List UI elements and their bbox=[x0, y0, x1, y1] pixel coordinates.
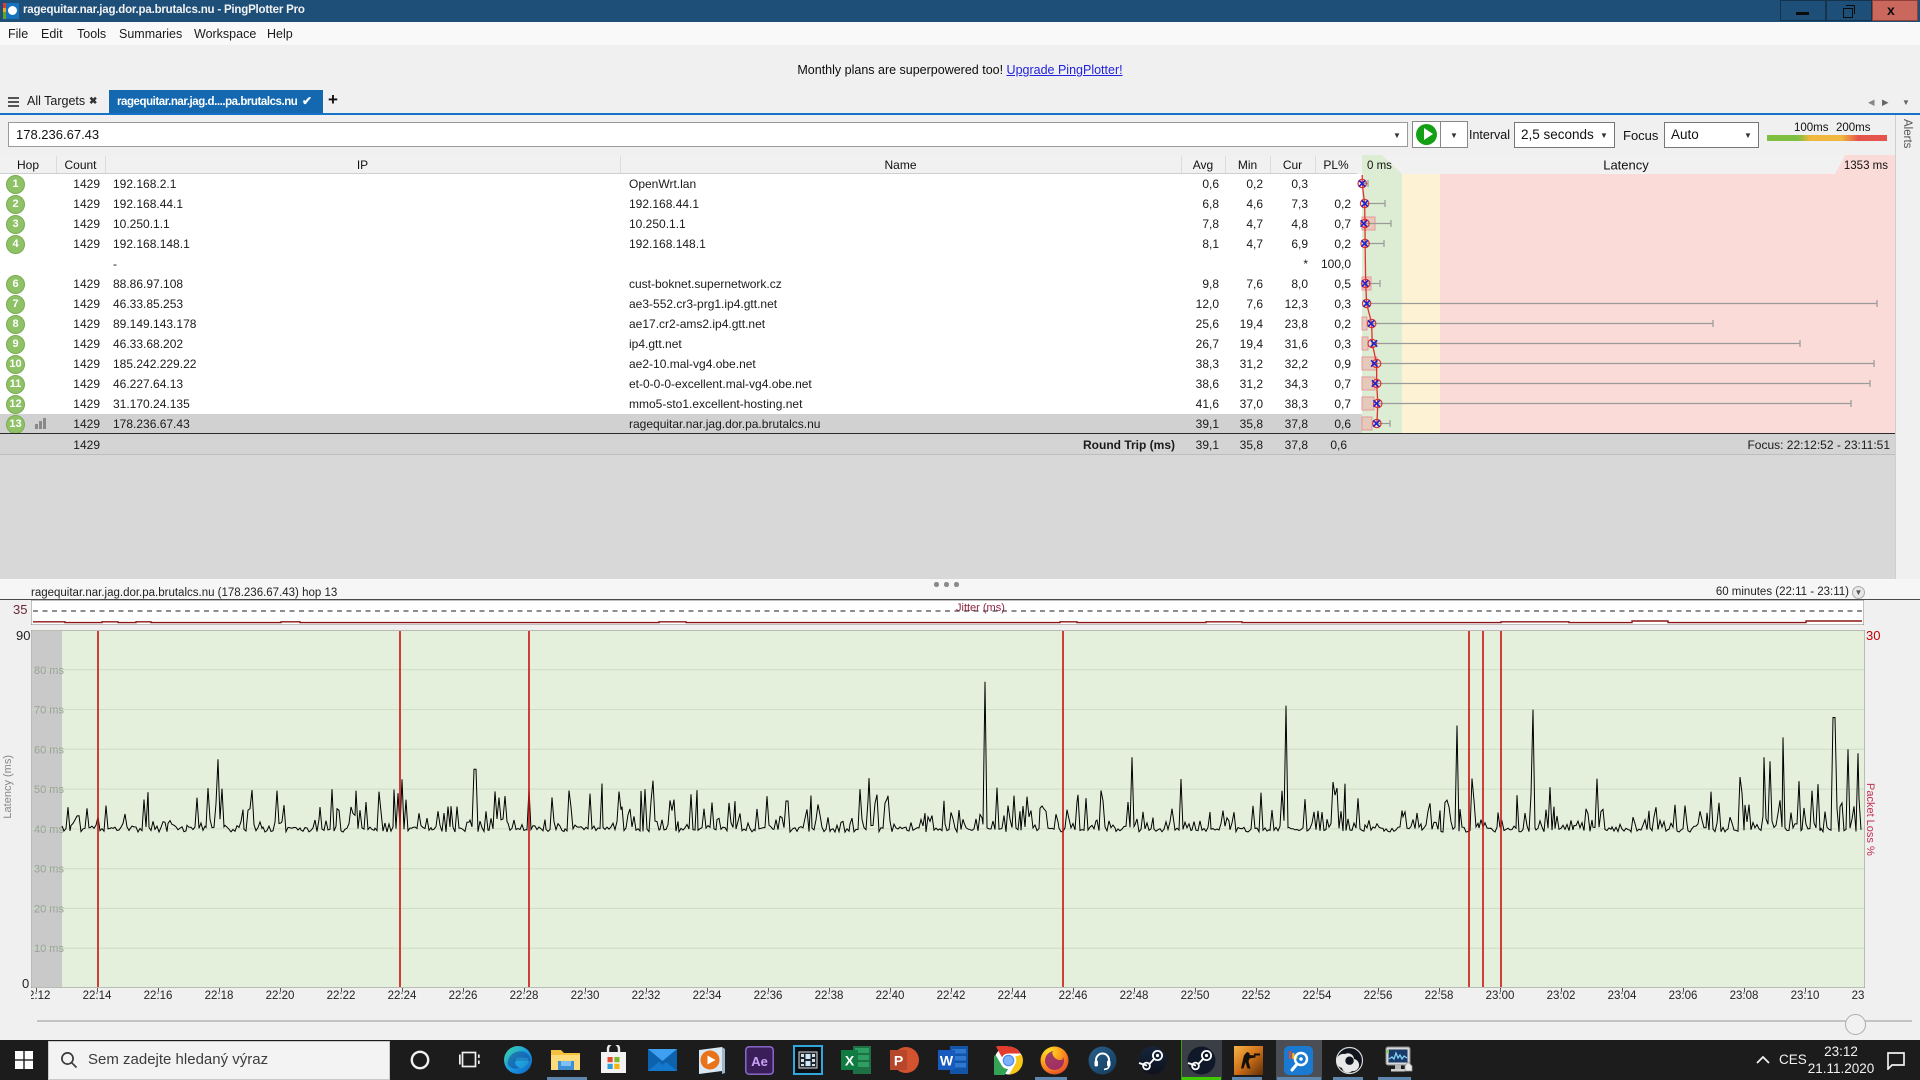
svg-text:Jitter (ms): Jitter (ms) bbox=[956, 602, 1005, 614]
svg-text:70 ms: 70 ms bbox=[34, 705, 64, 717]
svg-text:80 ms: 80 ms bbox=[34, 665, 64, 677]
svg-text:0 ms: 0 ms bbox=[1367, 160, 1392, 172]
svg-text:30 ms: 30 ms bbox=[34, 864, 64, 876]
svg-text:X: X bbox=[845, 1053, 855, 1069]
svg-text:40 ms: 40 ms bbox=[34, 824, 64, 836]
svg-text:Latency: Latency bbox=[1603, 158, 1649, 173]
svg-text:Ae: Ae bbox=[751, 1054, 768, 1069]
svg-text:W: W bbox=[940, 1053, 954, 1069]
svg-text:60 ms: 60 ms bbox=[34, 744, 64, 756]
svg-text:20 ms: 20 ms bbox=[34, 903, 64, 915]
svg-text:10 ms: 10 ms bbox=[34, 943, 64, 955]
svg-text:50 ms: 50 ms bbox=[34, 784, 64, 796]
svg-text:P: P bbox=[894, 1053, 903, 1069]
svg-text:1353 ms: 1353 ms bbox=[1844, 160, 1888, 172]
